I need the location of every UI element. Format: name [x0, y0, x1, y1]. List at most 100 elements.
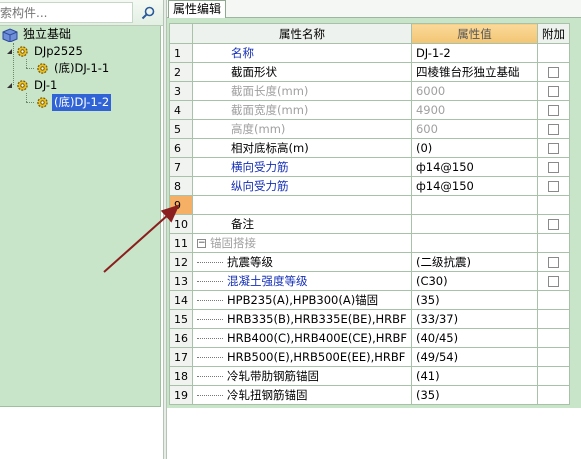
property-name[interactable]: 截面宽度(mm): [192, 100, 412, 120]
attach-checkbox[interactable]: [547, 105, 559, 116]
attach-checkbox[interactable]: [547, 276, 559, 287]
property-value[interactable]: ф14@150: [410, 157, 538, 177]
property-value[interactable]: (0): [410, 138, 538, 158]
property-name-text: 冷轧带肋钢筋锚固: [227, 369, 319, 383]
tree-leaf-dj-1-1[interactable]: (底)DJ-1-1: [36, 60, 111, 77]
tree-guide-line: [197, 262, 223, 263]
property-value[interactable]: DJ-1-2: [410, 43, 538, 63]
search-input[interactable]: [0, 2, 133, 23]
property-name[interactable]: HRB400(C),HRB400E(CE),HRBF: [192, 328, 412, 348]
property-value[interactable]: (C30): [410, 271, 538, 291]
attach-cell[interactable]: [536, 157, 570, 177]
attach-checkbox[interactable]: [547, 86, 559, 97]
attach-cell[interactable]: [536, 100, 570, 120]
collapse-icon[interactable]: −: [197, 239, 206, 248]
tab-property-edit[interactable]: 属性编辑: [168, 0, 227, 18]
grid-row[interactable]: 5 高度(mm) 600: [169, 119, 570, 139]
attach-cell[interactable]: [536, 62, 570, 82]
left-empty-area: [0, 408, 163, 459]
grid-row[interactable]: 11− 锚固搭接: [169, 233, 570, 253]
grid-row[interactable]: 9 其它钢筋: [169, 195, 570, 215]
tree-leaf-dj-1-2[interactable]: (底)DJ-1-2: [36, 94, 112, 111]
grid-row[interactable]: 1 名称 DJ-1-2: [169, 43, 570, 63]
attach-checkbox[interactable]: [547, 124, 559, 135]
header-value[interactable]: 属性值: [410, 23, 538, 44]
attach-checkbox[interactable]: [547, 219, 559, 230]
attach-checkbox[interactable]: [547, 162, 559, 173]
property-value[interactable]: (49/54): [410, 347, 538, 367]
grid-row[interactable]: 12 抗震等级 (二级抗震): [169, 252, 570, 272]
property-name[interactable]: 相对底标高(m): [192, 138, 412, 158]
attach-checkbox[interactable]: [547, 67, 559, 78]
grid-row[interactable]: 7 横向受力筋 ф14@150: [169, 157, 570, 177]
header-attach[interactable]: 附加: [536, 23, 570, 44]
property-name-text: 截面形状: [231, 65, 277, 79]
property-name[interactable]: 混凝土强度等级: [192, 271, 412, 291]
property-name[interactable]: 冷轧扭钢筋锚固: [192, 385, 412, 405]
property-value[interactable]: 600: [410, 119, 538, 139]
grid-row[interactable]: 13 混凝土强度等级 (C30): [169, 271, 570, 291]
tree-guide-line: [197, 376, 223, 377]
grid-row[interactable]: 3 截面长度(mm) 6000: [169, 81, 570, 101]
grid-row[interactable]: 8 纵向受力筋 ф14@150: [169, 176, 570, 196]
grid-row[interactable]: 14 HPB235(A),HPB300(A)锚固 (35): [169, 290, 570, 310]
attach-cell[interactable]: [536, 214, 570, 234]
header-name[interactable]: 属性名称: [192, 23, 412, 44]
property-value[interactable]: (二级抗震): [410, 252, 538, 272]
tree-root[interactable]: 独立基础: [2, 26, 73, 43]
property-name[interactable]: 其它钢筋: [192, 195, 412, 215]
property-name[interactable]: − 锚固搭接: [192, 233, 412, 253]
grid-row[interactable]: 15 HRB335(B),HRB335E(BE),HRBF (33/37): [169, 309, 570, 329]
property-name[interactable]: 抗震等级: [192, 252, 412, 272]
search-button[interactable]: [138, 3, 158, 23]
attach-cell[interactable]: [536, 119, 570, 139]
property-value[interactable]: [410, 195, 538, 215]
property-value[interactable]: (35): [410, 385, 538, 405]
grid-body: 1 名称 DJ-1-2 2 截面形状 四棱锥台形独立基础 3 截面长度(mm) 6000 4 截面宽…: [169, 43, 570, 405]
grid-row[interactable]: 16 HRB400(C),HRB400E(CE),HRBF (40/45): [169, 328, 570, 348]
property-name[interactable]: HPB235(A),HPB300(A)锚固: [192, 290, 412, 310]
grid-row[interactable]: 2 截面形状 四棱锥台形独立基础: [169, 62, 570, 82]
grid-row[interactable]: 6 相对底标高(m) (0): [169, 138, 570, 158]
property-name[interactable]: HRB335(B),HRB335E(BE),HRBF: [192, 309, 412, 329]
property-value[interactable]: ф14@150: [410, 176, 538, 196]
property-value[interactable]: (35): [410, 290, 538, 310]
property-value[interactable]: (41): [410, 366, 538, 386]
property-name[interactable]: HRB500(E),HRB500E(EE),HRBF: [192, 347, 412, 367]
collapse-arrow-icon[interactable]: [5, 81, 14, 90]
gear-icon: [37, 97, 48, 108]
attach-cell[interactable]: [536, 138, 570, 158]
property-value[interactable]: 4900: [410, 100, 538, 120]
attach-checkbox[interactable]: [547, 181, 559, 192]
property-name[interactable]: 截面形状: [192, 62, 412, 82]
property-name-text: 高度(mm): [231, 122, 286, 136]
property-name[interactable]: 冷轧带肋钢筋锚固: [192, 366, 412, 386]
grid-row[interactable]: 10 备注: [169, 214, 570, 234]
tree-node-djp2525[interactable]: DJp2525: [5, 43, 85, 60]
property-name[interactable]: 备注: [192, 214, 412, 234]
property-name[interactable]: 截面长度(mm): [192, 81, 412, 101]
attach-checkbox[interactable]: [547, 257, 559, 268]
attach-checkbox[interactable]: [547, 143, 559, 154]
grid-row[interactable]: 4 截面宽度(mm) 4900: [169, 100, 570, 120]
property-name[interactable]: 横向受力筋: [192, 157, 412, 177]
property-value[interactable]: 四棱锥台形独立基础: [410, 62, 538, 82]
attach-cell[interactable]: [536, 81, 570, 101]
attach-cell[interactable]: [536, 271, 570, 291]
tree-node-dj-1[interactable]: DJ-1: [5, 77, 59, 94]
property-value[interactable]: [410, 214, 538, 234]
attach-cell[interactable]: [536, 176, 570, 196]
collapse-arrow-icon[interactable]: [5, 47, 14, 56]
property-name[interactable]: 名称: [192, 43, 412, 63]
grid-row[interactable]: 17 HRB500(E),HRB500E(EE),HRBF (49/54): [169, 347, 570, 367]
property-value[interactable]: (33/37): [410, 309, 538, 329]
property-name[interactable]: 高度(mm): [192, 119, 412, 139]
attach-cell[interactable]: [536, 252, 570, 272]
property-value[interactable]: (40/45): [410, 328, 538, 348]
tree-guide-line: [197, 338, 223, 339]
grid-row[interactable]: 19 冷轧扭钢筋锚固 (35): [169, 385, 570, 405]
property-value[interactable]: [410, 233, 538, 253]
grid-row[interactable]: 18 冷轧带肋钢筋锚固 (41): [169, 366, 570, 386]
property-value[interactable]: 6000: [410, 81, 538, 101]
property-name[interactable]: 纵向受力筋: [192, 176, 412, 196]
